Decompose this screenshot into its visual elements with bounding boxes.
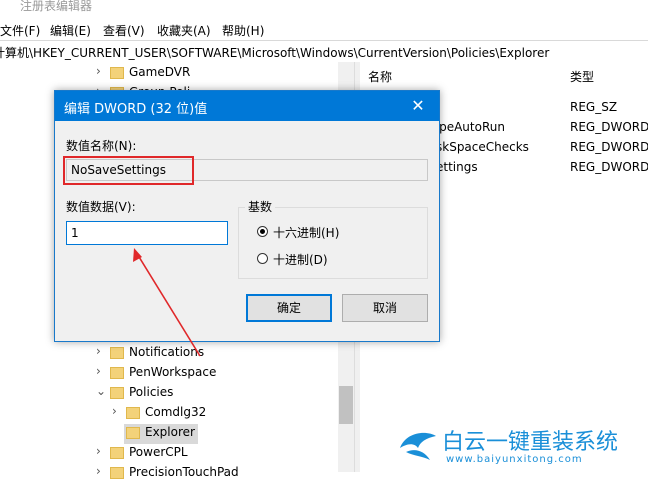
annotation-arrow — [133, 248, 201, 357]
watermark-url: www.baiyunxitong.com — [446, 454, 583, 465]
watermark-logo: 白云一键重装系统 www.baiyunxitong.com — [396, 424, 646, 470]
watermark-brand: 白云一键重装系统 — [442, 430, 619, 455]
brand-bird-icon — [400, 432, 436, 460]
